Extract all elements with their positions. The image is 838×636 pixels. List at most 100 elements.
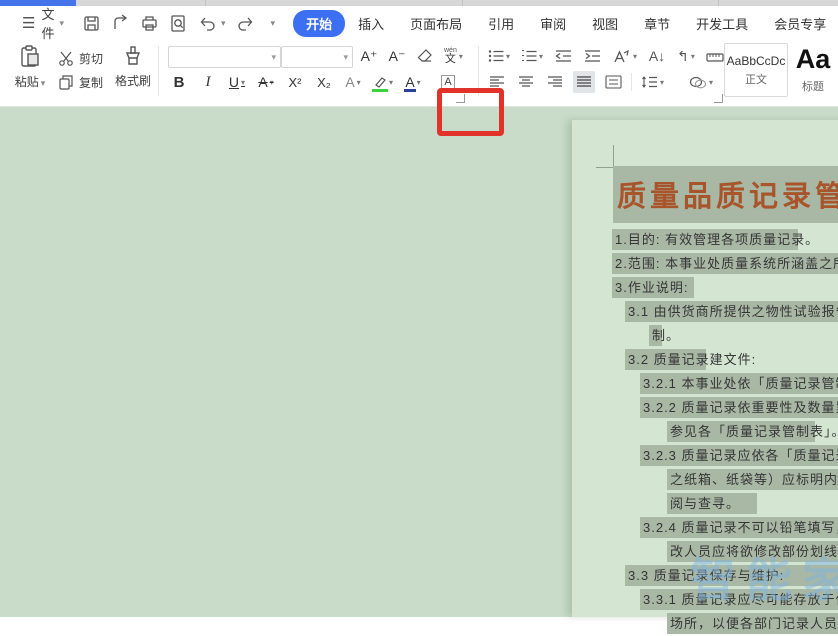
undo-button[interactable]	[198, 14, 217, 33]
clear-format-button[interactable]	[414, 45, 436, 67]
dropdown-icon: ▾	[357, 78, 361, 87]
document-page[interactable]: 质量品质记录管理 1.目的: 有效管理各项质量记录。2.范围: 本事业处质量系统…	[572, 120, 838, 617]
strikethrough-button[interactable]: A▾	[255, 71, 277, 93]
bullet-list-button[interactable]: ▾	[486, 45, 512, 67]
tab-引用[interactable]: 引用	[475, 10, 527, 37]
pinyin-guide-button[interactable]: wén 文 ▾	[442, 45, 465, 67]
distribute-button[interactable]	[602, 71, 624, 93]
doc-title-row: 质量品质记录管理	[572, 166, 838, 223]
doc-line: 3.1 由供货商所提供之物性试验报告或	[572, 300, 838, 324]
doc-line: 3.2.2 质量记录依重要性及数量累积	[572, 396, 838, 420]
doc-line: 3.2.1 本事业处依「质量记录管制表	[572, 372, 838, 396]
bold-button[interactable]: B	[168, 71, 190, 93]
doc-line: 场所，以便各部门记录人员查	[572, 612, 838, 636]
underline-button[interactable]: U▾	[226, 71, 248, 93]
ruler-icon	[706, 50, 724, 63]
superscript-button[interactable]: X²	[284, 71, 306, 93]
pinyin-char: 文	[445, 54, 456, 65]
doc-line-text: 3.2.1 本事业处依「质量记录管制表	[643, 372, 838, 396]
copy-label: 复制	[79, 74, 103, 91]
dropdown-icon: ▾	[506, 52, 510, 61]
chevron-down-icon: ▾	[59, 18, 64, 29]
font-name-combobox[interactable]: ▾	[168, 46, 281, 68]
line-spacing-button[interactable]: ▾	[639, 71, 666, 93]
highlight-color-button[interactable]: ▾	[371, 71, 395, 93]
style-card-heading[interactable]: Aa 标题	[790, 43, 836, 95]
align-right-button[interactable]	[544, 71, 566, 93]
doc-line: 3.3.1 质量记录应尽可能存放于作业	[572, 588, 838, 612]
doc-line-text: 3.2.3 质量记录应依各「质量记录管	[643, 444, 838, 468]
align-center-icon	[518, 75, 534, 89]
grow-font-button[interactable]: A⁺	[358, 45, 380, 67]
underline-label: U	[229, 74, 239, 90]
tab-插入[interactable]: 插入	[345, 10, 397, 37]
font-color-icon: A	[405, 76, 414, 88]
tab-页面布局[interactable]: 页面布局	[397, 10, 475, 37]
annotation-red-box	[437, 88, 504, 136]
shading-icon	[689, 75, 707, 89]
doc-line-text: 制。	[652, 324, 680, 348]
justify-button[interactable]	[573, 71, 595, 93]
doc-line-text: 改人员应将欲修改部份划线删	[670, 540, 838, 564]
undo-dropdown-icon[interactable]: ▾	[221, 18, 226, 29]
highlighter-icon	[373, 76, 387, 88]
text-direction-button[interactable]: A↓	[646, 45, 668, 67]
dropdown-icon: ▾	[691, 52, 695, 61]
customize-toolbar-icon[interactable]: ▾	[271, 18, 276, 29]
clipboard-group: 粘贴▾ 剪切 复制 格式刷	[8, 44, 153, 91]
strikethrough-label: A	[258, 74, 267, 90]
text-direction-label: A↓	[649, 48, 665, 64]
doc-line-text: 之纸箱、纸袋等）应标明内含	[670, 468, 838, 492]
doc-line-text: 3.2.4 质量记录不可以铅笔填写，如	[643, 516, 838, 540]
combo-dropdown-icon: ▾	[271, 52, 276, 63]
increase-indent-button[interactable]	[581, 45, 603, 67]
tab-视图[interactable]: 视图	[579, 10, 631, 37]
italic-label: I	[206, 74, 211, 91]
doc-line-text: 1.目的: 有效管理各项质量记录。	[615, 228, 819, 252]
line-spacing-icon	[641, 75, 658, 89]
align-center-button[interactable]	[515, 71, 537, 93]
tab-审阅[interactable]: 审阅	[527, 10, 579, 37]
text-effects-button[interactable]: A▾	[342, 71, 364, 93]
menubar: ☰ 文件 ▾ ▾ ▾ 开始插入页面布局引用审阅视图章节开发工具会员专享	[0, 6, 838, 40]
paste-button[interactable]: 粘贴▾	[8, 44, 52, 90]
format-painter-button[interactable]: 格式刷	[113, 44, 153, 89]
save-button[interactable]	[82, 14, 101, 33]
paragraph-layout-button[interactable]: ↰▾	[675, 45, 697, 67]
shading-button[interactable]: ▾	[687, 71, 715, 93]
eraser-icon	[417, 49, 434, 63]
italic-button[interactable]: I	[197, 71, 219, 93]
style-card-normal[interactable]: AaBbCcDc 正文	[724, 43, 788, 97]
redo-button[interactable]	[236, 14, 255, 33]
print-button[interactable]	[140, 14, 159, 33]
tab-开发工具[interactable]: 开发工具	[683, 10, 761, 37]
text-effects-label: A	[345, 74, 354, 90]
doc-line-text: 参见各「质量记录管制表」。	[670, 420, 838, 444]
subscript-button[interactable]: X₂	[313, 71, 335, 93]
doc-line: 3.3 质量记录保存与维护:	[572, 564, 838, 588]
hamburger-menu-icon[interactable]: ☰	[22, 14, 34, 32]
tab-章节[interactable]: 章节	[631, 10, 683, 37]
font-color-button[interactable]: A ▾	[402, 71, 424, 93]
print-preview-button[interactable]	[169, 14, 188, 33]
dropdown-icon: ▾	[459, 52, 463, 61]
numbered-list-button[interactable]: ▾	[519, 45, 545, 67]
tab-会员专享[interactable]: 会员专享	[761, 10, 838, 37]
cut-button[interactable]: 剪切	[58, 50, 103, 67]
copy-button[interactable]: 复制	[58, 74, 103, 91]
paste-icon	[17, 44, 43, 70]
font-size-combobox[interactable]: ▾	[281, 46, 353, 68]
tab-ruler-button[interactable]	[704, 45, 726, 67]
shrink-font-button[interactable]: A⁻	[386, 45, 408, 67]
scissors-icon	[58, 50, 75, 67]
paragraph-group-launcher[interactable]	[714, 94, 723, 103]
tab-开始[interactable]: 开始	[293, 10, 345, 37]
divider	[631, 73, 632, 91]
file-menu[interactable]: 文件 ▾	[41, 4, 64, 42]
character-scale-button[interactable]: ▾	[610, 45, 639, 67]
export-pdf-button[interactable]	[111, 14, 130, 33]
paste-dropdown-icon: ▾	[41, 78, 46, 88]
decrease-indent-button[interactable]	[552, 45, 574, 67]
doc-line: 3.2 质量记录建文件:	[572, 348, 838, 372]
style-label: 标题	[802, 78, 824, 94]
